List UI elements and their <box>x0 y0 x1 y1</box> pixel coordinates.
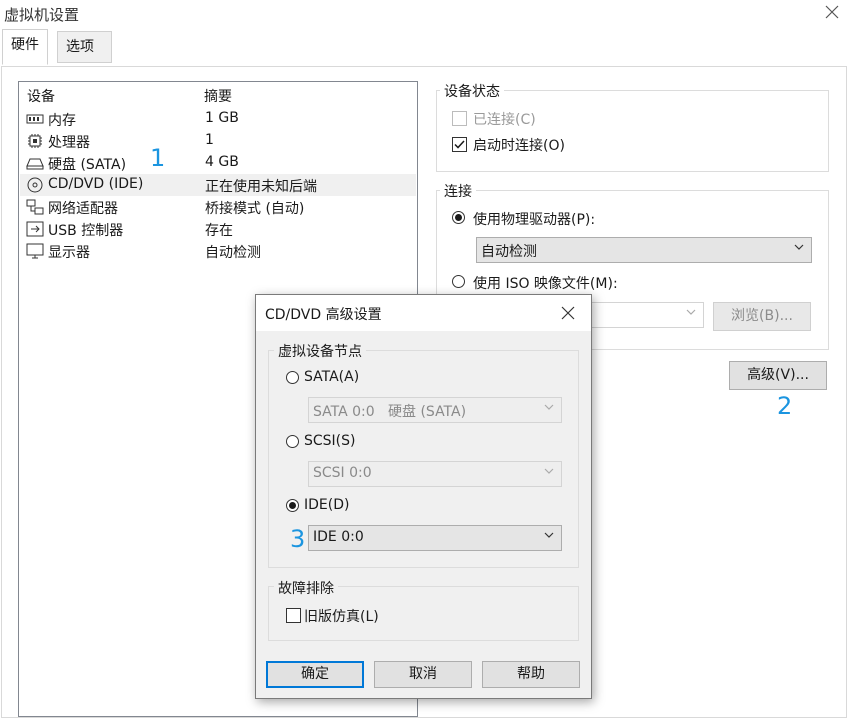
connect-at-power-on-checkbox[interactable] <box>452 137 467 156</box>
ide-radio[interactable] <box>286 499 299 516</box>
cd-dvd-icon <box>27 177 43 193</box>
cancel-button[interactable]: 取消 <box>374 661 472 688</box>
device-name: 处理器 <box>48 135 90 151</box>
device-name: 内存 <box>48 113 76 129</box>
device-summary: 4 GB <box>205 154 239 170</box>
device-name: CD/DVD (IDE) <box>48 176 144 192</box>
connected-checkbox-box <box>452 111 467 126</box>
advanced-button[interactable]: 高级(V)... <box>729 361 827 390</box>
window-title: 虚拟机设置 <box>4 6 80 24</box>
cpu-icon <box>28 134 42 148</box>
column-header-device[interactable]: 设备 <box>27 86 55 106</box>
device-row-memory[interactable]: 内存 1 GB <box>20 108 416 130</box>
physical-drive-select-value: 自动检测 <box>481 244 537 260</box>
network-icon <box>26 199 44 215</box>
cd-dvd-advanced-dialog: CD/DVD 高级设置 虚拟设备节点 SATA(A) SATA 0:0 硬盘 (… <box>255 294 592 699</box>
chevron-down-icon <box>544 532 554 538</box>
use-iso-label: 使用 ISO 映像文件(M): <box>473 276 618 292</box>
harddisk-icon <box>26 158 44 170</box>
device-summary: 桥接模式 (自动) <box>205 201 305 217</box>
connected-checkbox[interactable] <box>452 111 467 130</box>
ide-label: IDE(D) <box>304 497 350 513</box>
ide-node-select-value: IDE 0:0 <box>313 529 364 545</box>
sata-node-select-value: SATA 0:0 硬盘 (SATA) <box>313 404 467 420</box>
browse-button[interactable]: 浏览(B)... <box>713 302 811 331</box>
use-physical-drive-radio[interactable] <box>452 211 465 228</box>
window-close-button[interactable] <box>822 2 842 22</box>
device-summary: 存在 <box>205 223 233 239</box>
use-iso-radio-dot <box>452 275 465 288</box>
device-summary: 1 <box>205 132 214 148</box>
device-summary: 1 GB <box>205 110 239 126</box>
device-summary: 正在使用未知后端 <box>205 179 317 195</box>
tab-hardware[interactable]: 硬件 <box>2 29 48 65</box>
use-iso-radio[interactable] <box>452 275 465 292</box>
scsi-radio[interactable] <box>286 435 299 452</box>
monitor-icon <box>26 243 44 259</box>
close-icon <box>561 306 575 320</box>
ok-button[interactable]: 确定 <box>266 661 364 688</box>
ide-radio-dot <box>286 499 299 512</box>
legacy-emulation-checkbox[interactable] <box>286 608 301 627</box>
sata-radio[interactable] <box>286 371 299 388</box>
dialog-titlebar: CD/DVD 高级设置 <box>256 295 591 331</box>
scsi-node-select[interactable]: SCSI 0:0 <box>308 461 562 487</box>
device-name: 硬盘 (SATA) <box>48 157 127 173</box>
virtual-device-node-label: 虚拟设备节点 <box>274 341 366 361</box>
annotation-1: 1 <box>150 144 166 172</box>
sata-radio-dot <box>286 371 299 384</box>
dialog-title: CD/DVD 高级设置 <box>265 307 382 323</box>
physical-drive-select[interactable]: 自动检测 <box>476 237 812 263</box>
device-row-monitor[interactable]: 显示器 自动检测 <box>20 240 416 262</box>
scsi-radio-dot <box>286 435 299 448</box>
tab-strip: 硬件 选项 <box>0 29 847 67</box>
connection-label: 连接 <box>440 181 476 201</box>
connect-at-power-on-label: 启动时连接(O) <box>473 138 565 154</box>
device-row-cd-dvd[interactable]: CD/DVD (IDE) 正在使用未知后端 <box>20 174 416 196</box>
device-row-harddisk[interactable]: 硬盘 (SATA) 4 GB <box>20 152 416 174</box>
chevron-down-icon <box>544 468 554 474</box>
device-row-network[interactable]: 网络适配器 桥接模式 (自动) <box>20 196 416 218</box>
column-header-summary[interactable]: 摘要 <box>204 86 232 106</box>
checkmark-icon <box>454 140 465 149</box>
usb-icon <box>26 221 44 237</box>
tab-options[interactable]: 选项 <box>57 31 112 63</box>
iso-path-combo[interactable] <box>588 302 704 328</box>
chevron-down-icon <box>794 244 804 250</box>
use-physical-drive-radio-dot <box>452 211 465 224</box>
dialog-close-button[interactable] <box>560 301 576 326</box>
device-summary: 自动检测 <box>205 245 261 261</box>
sata-node-select[interactable]: SATA 0:0 硬盘 (SATA) <box>308 397 562 423</box>
chevron-down-icon <box>686 309 696 315</box>
device-row-usb[interactable]: USB 控制器 存在 <box>20 218 416 240</box>
device-list-header: 设备 摘要 <box>19 82 417 106</box>
annotation-2: 2 <box>777 392 793 420</box>
scsi-node-select-value: SCSI 0:0 <box>313 465 372 481</box>
device-row-processor[interactable]: 处理器 1 <box>20 130 416 152</box>
troubleshooting-label: 故障排除 <box>274 578 338 598</box>
scsi-label: SCSI(S) <box>304 433 356 449</box>
device-name: USB 控制器 <box>48 223 124 239</box>
connected-label: 已连接(C) <box>473 112 536 128</box>
device-status-label: 设备状态 <box>440 81 504 101</box>
device-name: 显示器 <box>48 245 90 261</box>
legacy-emulation-checkbox-box <box>286 608 301 623</box>
device-name: 网络适配器 <box>48 201 118 217</box>
device-status-group <box>436 90 829 172</box>
ide-node-select[interactable]: IDE 0:0 <box>308 525 562 551</box>
sata-label: SATA(A) <box>304 369 360 385</box>
close-icon <box>825 5 839 19</box>
memory-icon <box>26 114 44 124</box>
chevron-down-icon <box>544 404 554 410</box>
use-physical-drive-label: 使用物理驱动器(P): <box>473 212 596 228</box>
legacy-emulation-label: 旧版仿真(L) <box>304 609 379 625</box>
annotation-3: 3 <box>290 525 306 553</box>
connect-at-power-on-box <box>452 137 467 152</box>
help-button[interactable]: 帮助 <box>482 661 580 688</box>
